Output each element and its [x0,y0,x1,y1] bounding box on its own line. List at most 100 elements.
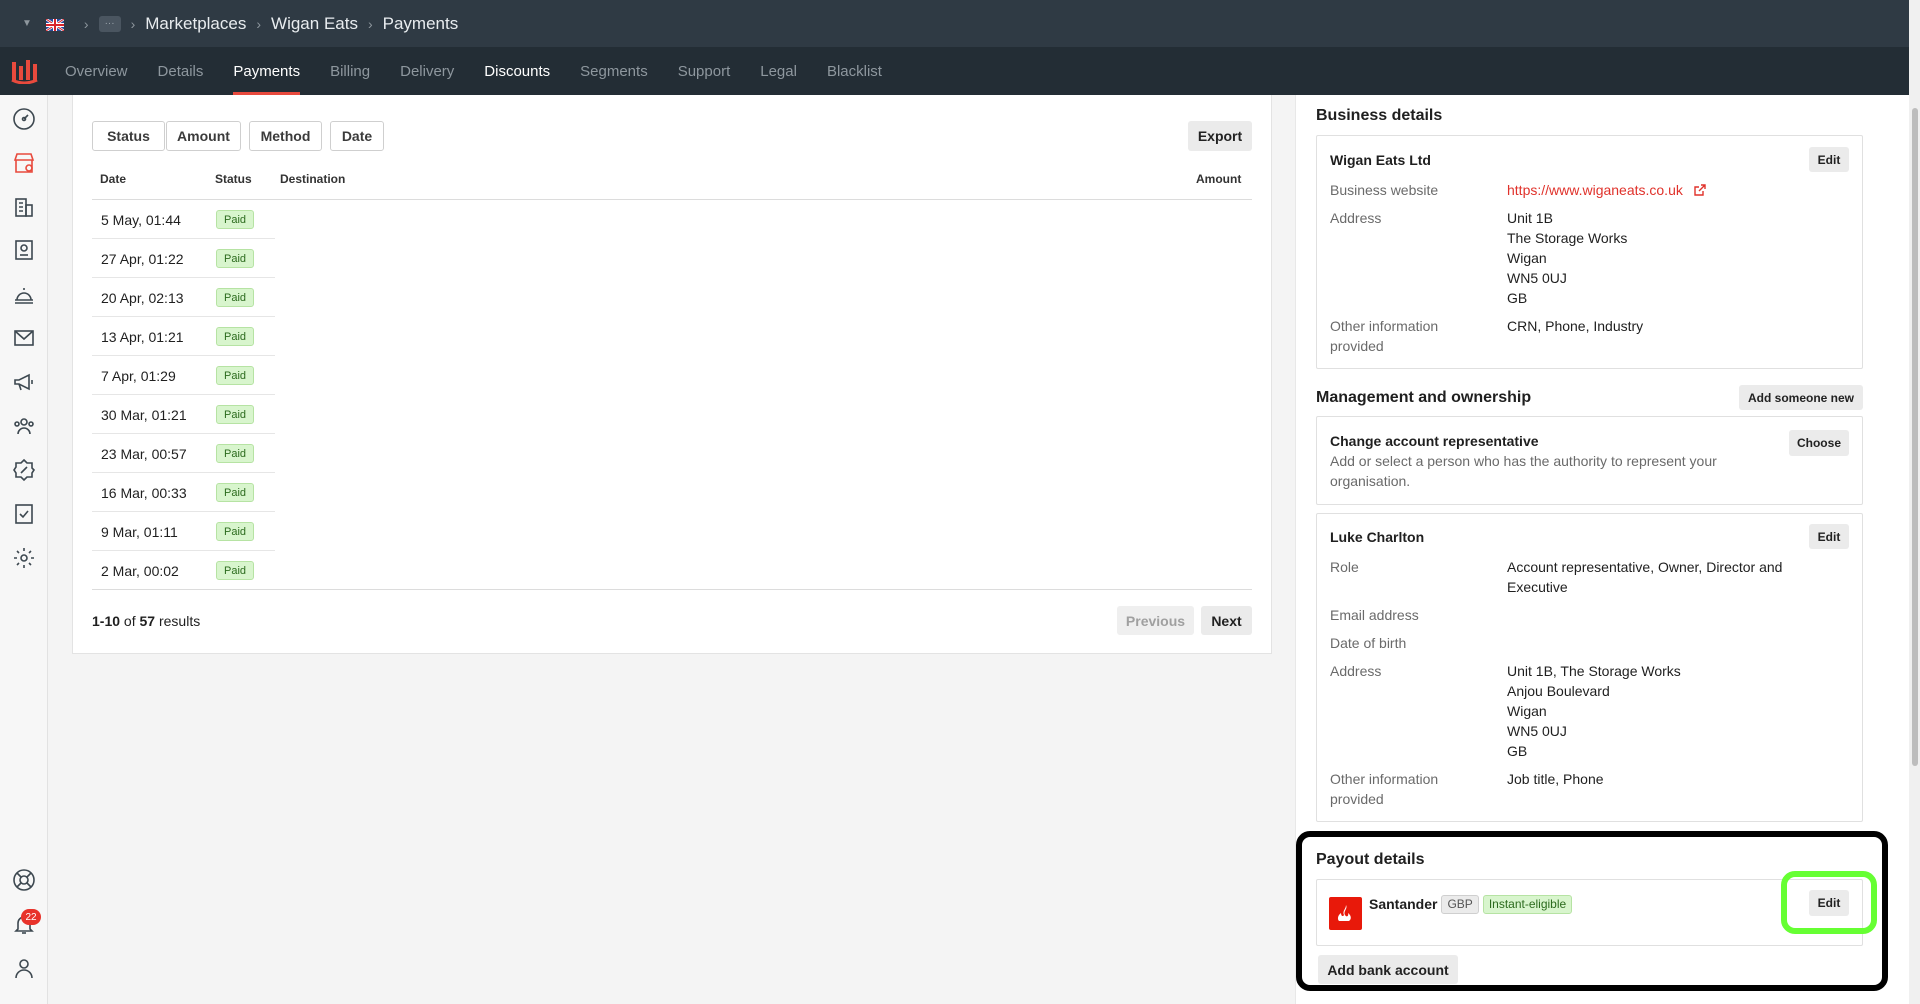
change-representative-description: Add or select a person who has the autho… [1330,451,1717,491]
add-bank-account-button[interactable]: Add bank account [1318,955,1458,984]
chevron-down-icon[interactable]: ▼ [22,18,32,29]
label-line: Other information [1330,318,1439,334]
choose-representative-button[interactable]: Choose [1789,430,1849,456]
tab-delivery[interactable]: Delivery [400,47,454,95]
table-row[interactable]: 30 Mar, 01:21 Paid [92,395,275,434]
store-icon[interactable] [12,151,36,175]
brand-logo-icon[interactable] [0,47,48,95]
table-row[interactable]: 27 Apr, 01:22 Paid [92,239,275,278]
table-row[interactable]: 2 Mar, 00:02 Paid [92,551,275,590]
row-date: 30 Mar, 01:21 [101,407,187,423]
mail-icon[interactable] [12,326,36,350]
table-row[interactable]: 5 May, 01:44 Paid [92,200,275,239]
scrollbar-thumb[interactable] [1912,108,1918,766]
business-address: Unit 1B The Storage Works Wigan WN5 0UJ … [1507,208,1627,308]
instant-eligible-badge: Instant-eligible [1482,894,1573,914]
date-filter-button[interactable]: Date [330,121,384,151]
column-header-status[interactable]: Status [215,172,252,186]
tab-details[interactable]: Details [158,47,204,95]
row-date: 13 Apr, 01:21 [101,329,184,345]
website-url[interactable]: https://www.wiganeats.co.uk [1507,182,1683,198]
tab-blacklist[interactable]: Blacklist [827,47,882,95]
tab-billing[interactable]: Billing [330,47,370,95]
address-line: Wigan [1507,703,1547,719]
pagination-results: results [158,613,201,629]
column-header-date[interactable]: Date [100,172,126,186]
clipboard-check-icon[interactable] [12,502,36,526]
breadcrumb-wigan-eats[interactable]: Wigan Eats [271,14,358,34]
person-other-info: Job title, Phone [1507,771,1604,787]
address-line: WN5 0UJ [1507,723,1567,739]
receipt-icon[interactable] [12,238,36,262]
more-icon[interactable]: ··· [98,15,121,32]
table-row[interactable]: 13 Apr, 01:21 Paid [92,317,275,356]
pagination-range: 1-10 [92,613,121,629]
edit-payout-button[interactable]: Edit [1809,890,1849,916]
table-row[interactable]: 7 Apr, 01:29 Paid [92,356,275,395]
breadcrumb-marketplaces[interactable]: Marketplaces [145,14,246,34]
method-filter-button[interactable]: Method [249,121,322,151]
users-group-icon[interactable] [12,414,36,438]
status-badge: Paid [216,405,254,424]
amount-filter-button[interactable]: Amount [166,121,241,151]
edit-person-button[interactable]: Edit [1809,524,1849,549]
column-header-amount[interactable]: Amount [1196,172,1241,186]
cloche-icon[interactable] [12,282,36,306]
business-website-link[interactable]: https://www.wiganeats.co.uk [1507,180,1706,202]
dashboard-gauge-icon[interactable] [12,107,36,131]
table-row[interactable]: 20 Apr, 02:13 Paid [92,278,275,317]
tab-segments[interactable]: Segments [580,47,648,95]
gear-icon[interactable] [12,546,36,570]
tab-payments[interactable]: Payments [233,47,300,95]
uk-flag-icon[interactable] [45,17,65,32]
role-line: Executive [1507,579,1568,595]
building-icon[interactable] [12,195,36,219]
business-other-info-label: Other information provided [1330,316,1438,356]
business-other-info: CRN, Phone, Industry [1507,318,1644,334]
address-line: The Storage Works [1507,230,1628,246]
tab-discounts[interactable]: Discounts [484,47,550,95]
email-label: Email address [1330,607,1419,623]
discount-badge-icon[interactable] [12,458,36,482]
person-role: Account representative, Owner, Director … [1507,557,1782,597]
table-row[interactable]: 23 Mar, 00:57 Paid [92,434,275,473]
payout-details-title: Payout details [1316,851,1425,868]
column-header-destination[interactable]: Destination [280,172,345,186]
external-link-icon[interactable] [1693,182,1706,202]
export-button[interactable]: Export [1188,121,1252,151]
row-date: 23 Mar, 00:57 [101,446,187,462]
status-badge: Paid [216,444,254,463]
status-filter-button[interactable]: Status [92,121,165,151]
table-row[interactable]: 16 Mar, 00:33 Paid [92,473,275,512]
address-line: Wigan [1507,250,1547,266]
pagination-total: 57 [139,613,156,629]
row-date: 20 Apr, 02:13 [101,290,184,306]
notification-badge: 22 [21,909,41,925]
description-line: Add or select a person who has the autho… [1330,453,1717,469]
person-address-label: Address [1330,663,1382,679]
tab-legal[interactable]: Legal [760,47,797,95]
tab-overview[interactable]: Overview [65,47,128,95]
help-lifebuoy-icon[interactable] [12,868,36,892]
table-row[interactable]: 9 Mar, 01:11 Paid [92,512,275,551]
megaphone-icon[interactable] [12,370,36,394]
user-profile-icon[interactable] [12,956,36,980]
person-other-info-label: Other information provided [1330,769,1438,809]
status-badge: Paid [216,522,254,541]
breadcrumb-payments[interactable]: Payments [383,14,459,34]
dob-label: Date of birth [1330,635,1407,651]
business-address-label: Address [1330,210,1382,226]
edit-business-button[interactable]: Edit [1809,147,1849,172]
tab-bar: Overview Details Payments Billing Delive… [0,47,1909,95]
status-badge: Paid [216,327,254,346]
address-line: GB [1507,290,1528,306]
add-someone-new-button[interactable]: Add someone new [1739,385,1863,410]
next-page-button[interactable]: Next [1201,606,1252,635]
business-details-title: Business details [1316,107,1443,124]
address-line: GB [1507,743,1528,759]
address-line: Unit 1B [1507,210,1553,226]
tab-support[interactable]: Support [678,47,731,95]
previous-page-button[interactable]: Previous [1117,606,1194,635]
address-line: Unit 1B, The Storage Works [1507,663,1681,679]
status-badge: Paid [216,249,254,268]
